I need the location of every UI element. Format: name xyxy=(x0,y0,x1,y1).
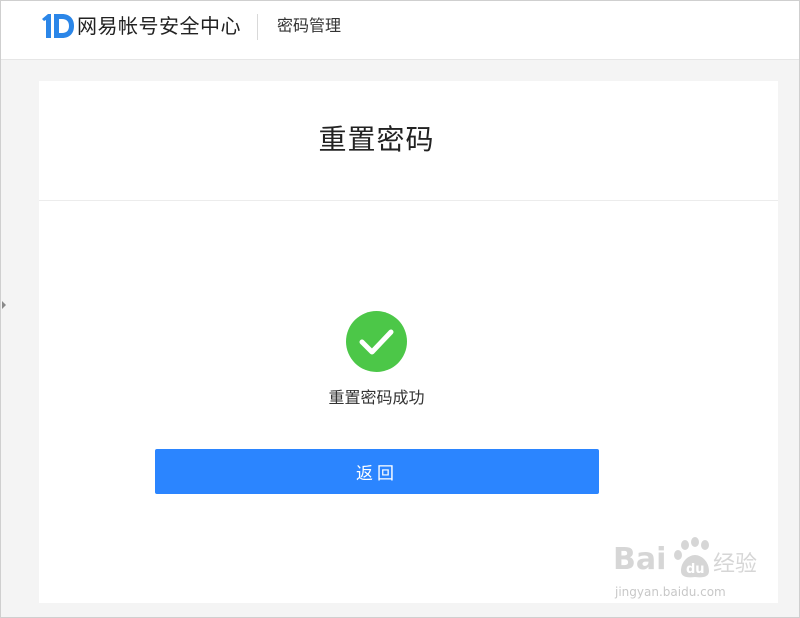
brand-logo[interactable]: 网易帐号安全中心 xyxy=(41,13,241,39)
header-divider xyxy=(257,14,258,40)
collapse-arrow-icon xyxy=(2,301,6,309)
success-message: 重置密码成功 xyxy=(328,388,425,407)
svg-text:经验: 经验 xyxy=(713,552,757,577)
brand-name: 网易帐号安全中心 xyxy=(77,14,241,38)
top-header: 网易帐号安全中心 密码管理 xyxy=(1,1,799,60)
back-button[interactable]: 返回 xyxy=(155,449,599,494)
baidu-paw-logo-icon: Bai du 经验 xyxy=(613,537,757,578)
watermark-url: jingyan.baidu.com xyxy=(615,585,726,599)
check-circle-icon xyxy=(346,311,407,372)
svg-text:Bai: Bai xyxy=(613,542,666,577)
page-title: 重置密码 xyxy=(318,123,435,156)
reset-password-card: 重置密码 重置密码成功 返回 xyxy=(39,81,778,603)
card-header: 重置密码 xyxy=(39,81,778,201)
baidu-jingyan-watermark: Bai du 经验 jingyan.baidu.com xyxy=(613,533,773,605)
netease-id-logo-icon xyxy=(42,14,74,38)
svg-text:du: du xyxy=(686,562,705,577)
section-title: 密码管理 xyxy=(277,16,342,35)
